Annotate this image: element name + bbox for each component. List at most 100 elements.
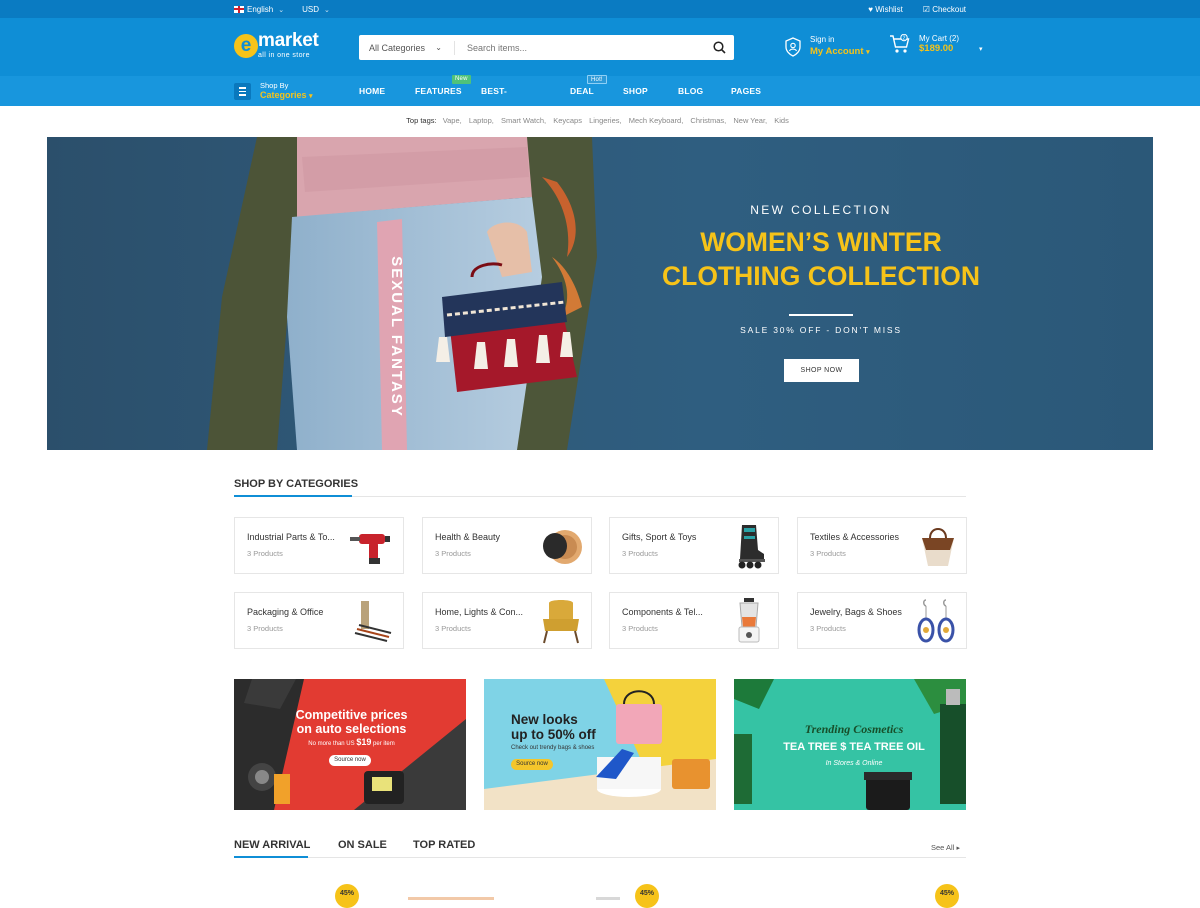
promo-banner-cosmetics[interactable]: Trending Cosmetics TEA TREE $ TEA TREE O… xyxy=(734,679,966,810)
tab-new-arrival[interactable]: NEW ARRIVAL xyxy=(234,839,310,851)
source-now-button[interactable]: Source now xyxy=(511,759,553,770)
chevron-down-icon: ⌄ xyxy=(324,6,330,14)
banner-auto-note: No more than US $19 per item xyxy=(308,737,395,747)
category-card[interactable]: Components & Tel... 3 Products xyxy=(609,592,779,649)
caret-right-icon: ▸ xyxy=(956,845,960,852)
earrings-icon xyxy=(917,599,955,643)
tag-link[interactable]: Lingeries, xyxy=(589,116,622,125)
blender-icon xyxy=(738,598,760,643)
discount-badge: 45% xyxy=(335,884,359,908)
section-title: SHOP BY CATEGORIES xyxy=(234,478,359,490)
caret-down-icon: ▾ xyxy=(309,93,313,100)
shop-now-button[interactable]: SHOP NOW xyxy=(784,359,859,382)
category-card[interactable]: Jewelry, Bags & Shoes 3 Products xyxy=(797,592,967,649)
nav-blog[interactable]: BLOG xyxy=(678,76,703,106)
banner-cosmetics-kicker: Trending Cosmetics xyxy=(804,722,904,736)
category-card[interactable]: Health & Beauty 3 Products xyxy=(422,517,592,574)
hero-divider xyxy=(789,314,853,316)
tag-link[interactable]: Laptop, xyxy=(469,116,494,125)
svg-text:2: 2 xyxy=(903,35,906,41)
search-button[interactable] xyxy=(704,35,734,60)
signin-link[interactable]: Sign in xyxy=(810,34,870,46)
new-badge: New xyxy=(452,75,471,84)
shop-by-categories-toggle[interactable]: Shop By Categories ▾ xyxy=(234,81,313,102)
tag-link[interactable]: Vape, xyxy=(443,116,462,125)
banner-cosmetics-title: TEA TREE $ TEA TREE OIL xyxy=(783,741,925,753)
tag-link[interactable]: Christmas, xyxy=(690,116,726,125)
discount-badge: 45% xyxy=(935,884,959,908)
jeans-text: SEXUAL FANTASY xyxy=(388,256,405,418)
nav-shop[interactable]: SHOP xyxy=(623,76,648,106)
hero-slider[interactable]: SEXUAL FANTASY NEW COLLECTION WOMEN’S WI… xyxy=(47,137,1153,450)
banner-auto-title: Competitive prices on auto selections xyxy=(295,708,408,736)
nav-best-selling[interactable]: BEST-SELLING xyxy=(481,76,519,126)
logo-mark: e xyxy=(234,34,258,58)
hero-sale-text: SALE 30% OFF - DON'T MISS xyxy=(740,325,902,335)
banner-bags-title: New looks up to 50% off xyxy=(511,712,596,742)
tag-link[interactable]: Kids xyxy=(774,116,789,125)
cart-total: $189.00 xyxy=(919,43,954,54)
tabs-divider xyxy=(234,856,966,858)
hero-title: WOMEN’S WINTER CLOTHING COLLECTION xyxy=(662,227,980,291)
language-selector[interactable]: English ⌄ xyxy=(234,5,284,14)
armchair-icon xyxy=(543,600,579,644)
checkout-link[interactable]: ☑ Checkout xyxy=(923,5,966,14)
search-input[interactable] xyxy=(467,42,704,53)
tag-link[interactable]: Smart Watch, xyxy=(501,116,546,125)
search-icon xyxy=(712,41,726,54)
main-nav: Shop By Categories ▾ HOME FEATURES New BE… xyxy=(0,75,1200,126)
chevron-down-icon: ⌄ xyxy=(435,43,442,52)
powder-compact-icon xyxy=(543,530,582,564)
search-bar: All Categories ⌄ xyxy=(359,35,734,60)
promo-banner-auto[interactable]: Competitive prices on auto selections No… xyxy=(234,679,466,810)
nav-features[interactable]: FEATURES New xyxy=(415,75,471,106)
nav-home[interactable]: HOME xyxy=(359,76,385,106)
uk-flag-icon xyxy=(234,5,244,13)
cart-widget[interactable]: 2 My Cart (2) $189.00 ▾ xyxy=(889,34,983,54)
section-divider xyxy=(234,495,966,497)
nav-deal[interactable]: DEAL Hot! xyxy=(570,75,607,106)
see-all-link[interactable]: See All ▸ xyxy=(931,843,960,852)
handbag-icon xyxy=(922,528,954,566)
category-card[interactable]: Industrial Parts & To... 3 Products xyxy=(234,517,404,574)
category-card[interactable]: Gifts, Sport & Toys 3 Products xyxy=(609,517,779,574)
logo-wordmark: market xyxy=(258,30,319,51)
banner-cosmetics-note: In Stores & Online xyxy=(825,760,883,767)
promo-banner-bags[interactable]: New looks up to 50% off Check out trendy… xyxy=(484,679,716,810)
caret-down-icon: ▾ xyxy=(866,49,870,56)
logo[interactable]: e market all in one store xyxy=(234,30,324,64)
tag-link[interactable]: Mech Keyboard, xyxy=(629,116,684,125)
tab-top-rated[interactable]: TOP RATED xyxy=(413,839,475,851)
tag-link[interactable]: New Year, xyxy=(733,116,767,125)
logo-tagline: all in one store xyxy=(258,52,310,59)
category-card[interactable]: Home, Lights & Con... 3 Products xyxy=(422,592,592,649)
search-category-select[interactable]: All Categories ⌄ xyxy=(359,40,455,55)
wishlist-link[interactable]: ♥ Wishlist xyxy=(868,5,903,14)
hero-model-image: SEXUAL FANTASY xyxy=(207,137,597,450)
hero-subtitle: NEW COLLECTION xyxy=(750,203,892,217)
user-shield-icon xyxy=(785,36,801,57)
top-bar: English ⌄ USD ⌄ ♥ Wishlist ☑ Checkout xyxy=(0,0,1200,18)
discount-badge: 45% xyxy=(635,884,659,908)
account-menu[interactable]: Sign in My Account ▾ xyxy=(784,34,870,59)
tab-on-sale[interactable]: ON SALE xyxy=(338,839,387,851)
hot-badge: Hot! xyxy=(587,75,607,84)
caret-down-icon: ▾ xyxy=(979,46,983,53)
checkout-icon: ☑ xyxy=(922,4,930,14)
tag-link[interactable]: Keycaps xyxy=(553,116,582,125)
nav-pages[interactable]: PAGES xyxy=(731,76,761,106)
heart-icon: ♥ xyxy=(868,4,873,14)
chevron-down-icon: ⌄ xyxy=(278,6,285,14)
banner-bags-note: Check out trendy bags & shoes xyxy=(511,745,595,751)
roller-skate-icon xyxy=(738,525,765,569)
impact-wrench-icon xyxy=(350,534,390,564)
my-account-link[interactable]: My Account xyxy=(810,46,863,57)
category-card[interactable]: Packaging & Office 3 Products xyxy=(234,592,404,649)
cart-icon: 2 xyxy=(890,34,910,53)
cart-label: My Cart (2) xyxy=(919,34,959,43)
source-now-button[interactable]: Source now xyxy=(329,755,371,766)
currency-selector[interactable]: USD ⌄ xyxy=(302,5,330,14)
top-tags: Top tags: Vape, Laptop, Smart Watch, Key… xyxy=(406,116,789,125)
category-card[interactable]: Textiles & Accessories 3 Products xyxy=(797,517,967,574)
menu-list-icon xyxy=(234,83,251,100)
